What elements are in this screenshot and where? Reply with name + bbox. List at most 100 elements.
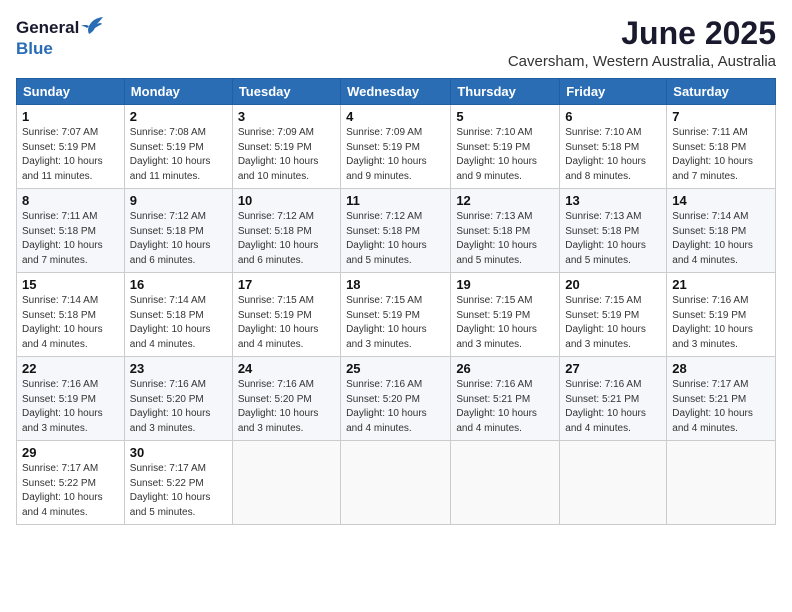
day-number: 27 — [565, 361, 661, 376]
day-number: 12 — [456, 193, 554, 208]
calendar-cell: 19Sunrise: 7:15 AM Sunset: 5:19 PM Dayli… — [451, 273, 560, 357]
day-number: 24 — [238, 361, 335, 376]
calendar-cell — [667, 441, 776, 525]
day-number: 9 — [130, 193, 227, 208]
day-info: Sunrise: 7:15 AM Sunset: 5:19 PM Dayligh… — [456, 294, 554, 352]
calendar-cell: 28 Sunrise: 7:17 AM Sunset: 5:21 PM Dayli… — [667, 357, 776, 441]
calendar-cell: 4 Sunrise: 7:09 AM Sunset: 5:19 PM Daylig… — [341, 105, 451, 189]
calendar-cell: 6 Sunrise: 7:10 AM Sunset: 5:18 PM Daylig… — [560, 105, 667, 189]
calendar-cell: 16 Sunrise: 7:14 AM Sunset: 5:18 PM Dayli… — [124, 273, 232, 357]
day-info: Sunrise: 7:14 AM Sunset: 5:18 PM Dayligh… — [130, 294, 227, 352]
day-number: 7 — [672, 109, 770, 124]
calendar-cell: 12 Sunrise: 7:13 AM Sunset: 5:18 PM Dayli… — [451, 189, 560, 273]
day-info: Sunrise: 7:14 AM Sunset: 5:18 PM Dayligh… — [22, 294, 119, 352]
day-info: Sunrise: 7:16 AM Sunset: 5:21 PM Dayligh… — [565, 378, 661, 436]
calendar-week-row: 15 Sunrise: 7:14 AM Sunset: 5:18 PM Dayli… — [17, 273, 776, 357]
day-number: 6 — [565, 109, 661, 124]
calendar-cell: 2 Sunrise: 7:08 AM Sunset: 5:19 PM Daylig… — [124, 105, 232, 189]
calendar-cell: 10 Sunrise: 7:12 AM Sunset: 5:18 PM Dayli… — [232, 189, 340, 273]
day-info: Sunrise: 7:15 AM Sunset: 5:19 PM Dayligh… — [238, 294, 335, 352]
day-info: Sunrise: 7:12 AM Sunset: 5:18 PM Dayligh… — [238, 210, 335, 268]
day-info: Sunrise: 7:15 AM Sunset: 5:19 PM Dayligh… — [565, 294, 661, 352]
day-number: 2 — [130, 109, 227, 124]
calendar-cell: 11 Sunrise: 7:12 AM Sunset: 5:18 PM Dayli… — [341, 189, 451, 273]
calendar-cell: 27 Sunrise: 7:16 AM Sunset: 5:21 PM Dayli… — [560, 357, 667, 441]
day-number: 22 — [22, 361, 119, 376]
weekday-header: Sunday — [17, 79, 125, 105]
calendar-cell — [232, 441, 340, 525]
calendar-cell — [451, 441, 560, 525]
day-info: Sunrise: 7:07 AM Sunset: 5:19 PM Dayligh… — [22, 126, 119, 184]
page-header: General Blue June 2025 Caversham, Wester… — [16, 16, 776, 70]
calendar-cell: 3 Sunrise: 7:09 AM Sunset: 5:19 PM Daylig… — [232, 105, 340, 189]
day-info: Sunrise: 7:08 AM Sunset: 5:19 PM Dayligh… — [130, 126, 227, 184]
weekday-header: Saturday — [667, 79, 776, 105]
day-number: 21 — [672, 277, 770, 292]
day-number: 16 — [130, 277, 227, 292]
calendar-cell: 9Sunrise: 7:12 AM Sunset: 5:18 PM Daylig… — [124, 189, 232, 273]
calendar-cell — [560, 441, 667, 525]
logo-blue: Blue — [16, 39, 53, 58]
day-info: Sunrise: 7:11 AM Sunset: 5:18 PM Dayligh… — [672, 126, 770, 184]
calendar-cell: 7 Sunrise: 7:11 AM Sunset: 5:18 PM Daylig… — [667, 105, 776, 189]
calendar-cell: 13 Sunrise: 7:13 AM Sunset: 5:18 PM Dayli… — [560, 189, 667, 273]
day-number: 5 — [456, 109, 554, 124]
weekday-header: Thursday — [451, 79, 560, 105]
day-number: 28 — [672, 361, 770, 376]
calendar-table: SundayMondayTuesdayWednesdayThursdayFrid… — [16, 78, 776, 525]
calendar-cell: 23Sunrise: 7:16 AM Sunset: 5:20 PM Dayli… — [124, 357, 232, 441]
weekday-header: Tuesday — [232, 79, 340, 105]
day-info: Sunrise: 7:16 AM Sunset: 5:20 PM Dayligh… — [238, 378, 335, 436]
day-info: Sunrise: 7:09 AM Sunset: 5:19 PM Dayligh… — [346, 126, 445, 184]
day-info: Sunrise: 7:17 AM Sunset: 5:22 PM Dayligh… — [130, 462, 227, 520]
day-info: Sunrise: 7:13 AM Sunset: 5:18 PM Dayligh… — [565, 210, 661, 268]
calendar-week-row: 1 Sunrise: 7:07 AM Sunset: 5:19 PM Daylig… — [17, 105, 776, 189]
day-number: 3 — [238, 109, 335, 124]
calendar-cell: 5Sunrise: 7:10 AM Sunset: 5:19 PM Daylig… — [451, 105, 560, 189]
day-number: 10 — [238, 193, 335, 208]
day-number: 29 — [22, 445, 119, 460]
calendar-cell — [341, 441, 451, 525]
day-info: Sunrise: 7:12 AM Sunset: 5:18 PM Dayligh… — [346, 210, 445, 268]
calendar-cell: 15 Sunrise: 7:14 AM Sunset: 5:18 PM Dayli… — [17, 273, 125, 357]
day-info: Sunrise: 7:10 AM Sunset: 5:18 PM Dayligh… — [565, 126, 661, 184]
day-info: Sunrise: 7:09 AM Sunset: 5:19 PM Dayligh… — [238, 126, 335, 184]
day-info: Sunrise: 7:13 AM Sunset: 5:18 PM Dayligh… — [456, 210, 554, 268]
day-info: Sunrise: 7:15 AM Sunset: 5:19 PM Dayligh… — [346, 294, 445, 352]
day-number: 8 — [22, 193, 119, 208]
day-number: 13 — [565, 193, 661, 208]
day-number: 26 — [456, 361, 554, 376]
day-info: Sunrise: 7:11 AM Sunset: 5:18 PM Dayligh… — [22, 210, 119, 268]
calendar-cell: 18 Sunrise: 7:15 AM Sunset: 5:19 PM Dayli… — [341, 273, 451, 357]
day-number: 17 — [238, 277, 335, 292]
day-number: 18 — [346, 277, 445, 292]
calendar-cell: 22Sunrise: 7:16 AM Sunset: 5:19 PM Dayli… — [17, 357, 125, 441]
calendar-cell: 8 Sunrise: 7:11 AM Sunset: 5:18 PM Daylig… — [17, 189, 125, 273]
logo-bird-icon — [81, 16, 103, 39]
weekday-header: Monday — [124, 79, 232, 105]
calendar-cell: 26 Sunrise: 7:16 AM Sunset: 5:21 PM Dayli… — [451, 357, 560, 441]
logo-general: General — [16, 18, 79, 38]
title-block: June 2025 Caversham, Western Australia, … — [508, 16, 776, 70]
day-number: 15 — [22, 277, 119, 292]
calendar-cell: 30Sunrise: 7:17 AM Sunset: 5:22 PM Dayli… — [124, 441, 232, 525]
day-number: 25 — [346, 361, 445, 376]
day-info: Sunrise: 7:17 AM Sunset: 5:21 PM Dayligh… — [672, 378, 770, 436]
calendar-week-row: 22Sunrise: 7:16 AM Sunset: 5:19 PM Dayli… — [17, 357, 776, 441]
day-info: Sunrise: 7:16 AM Sunset: 5:21 PM Dayligh… — [456, 378, 554, 436]
logo: General Blue — [16, 16, 103, 59]
calendar-cell: 20Sunrise: 7:15 AM Sunset: 5:19 PM Dayli… — [560, 273, 667, 357]
calendar-cell: 17 Sunrise: 7:15 AM Sunset: 5:19 PM Dayli… — [232, 273, 340, 357]
day-number: 11 — [346, 193, 445, 208]
calendar-cell: 24 Sunrise: 7:16 AM Sunset: 5:20 PM Dayli… — [232, 357, 340, 441]
calendar-cell: 1 Sunrise: 7:07 AM Sunset: 5:19 PM Daylig… — [17, 105, 125, 189]
calendar-cell: 14Sunrise: 7:14 AM Sunset: 5:18 PM Dayli… — [667, 189, 776, 273]
day-info: Sunrise: 7:14 AM Sunset: 5:18 PM Dayligh… — [672, 210, 770, 268]
day-info: Sunrise: 7:16 AM Sunset: 5:20 PM Dayligh… — [130, 378, 227, 436]
weekday-header: Wednesday — [341, 79, 451, 105]
calendar-cell: 25 Sunrise: 7:16 AM Sunset: 5:20 PM Dayli… — [341, 357, 451, 441]
day-number: 1 — [22, 109, 119, 124]
day-number: 4 — [346, 109, 445, 124]
day-info: Sunrise: 7:16 AM Sunset: 5:20 PM Dayligh… — [346, 378, 445, 436]
weekday-header: Friday — [560, 79, 667, 105]
